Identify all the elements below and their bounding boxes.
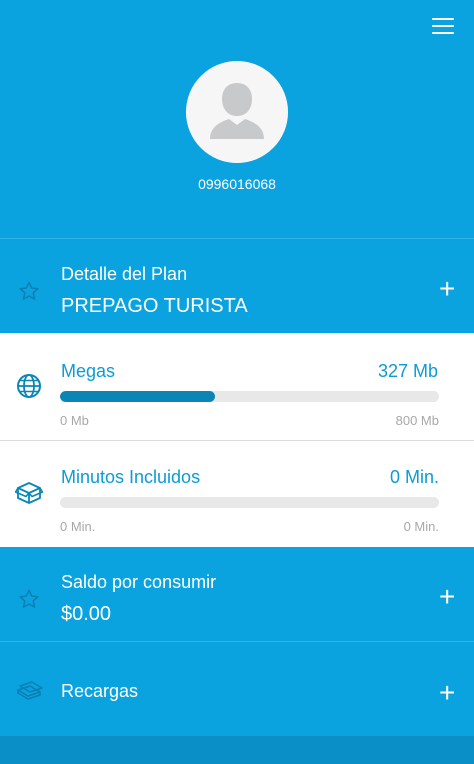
megas-progress-bar [60, 391, 439, 402]
minutes-min-label: 0 Min. [60, 519, 96, 534]
balance-label: Saldo por consumir [61, 572, 217, 592]
star-icon [18, 280, 40, 307]
megas-progress-fill [60, 391, 216, 402]
minutes-max-label: 0 Min. [403, 519, 439, 534]
money-icon [16, 680, 44, 707]
phone-number: 0996016068 [198, 176, 276, 192]
megas-max-label: 800 Mb [395, 413, 439, 428]
megas-min-label: 0 Mb [60, 413, 89, 428]
megas-value: 327 Mb [377, 361, 438, 381]
hamburger-menu-icon[interactable] [430, 16, 458, 38]
star-icon [18, 588, 40, 615]
plan-expand-icon[interactable]: + [439, 275, 455, 303]
plan-name: PREPAGO TURISTA [61, 295, 248, 317]
footer-bar [0, 736, 474, 764]
recharges-expand-icon[interactable]: + [439, 679, 455, 707]
minutes-label: Minutos Incluidos [61, 467, 201, 487]
balance-row[interactable] [0, 547, 474, 641]
plan-detail-row[interactable] [0, 239, 474, 333]
balance-expand-icon[interactable]: + [439, 583, 455, 611]
plan-title: Detalle del Plan [61, 264, 188, 284]
recharges-label: Recargas [61, 681, 139, 701]
megas-label: Megas [61, 361, 116, 381]
globe-icon [16, 373, 42, 404]
balance-value: $0.00 [61, 603, 112, 625]
user-silhouette-icon [186, 61, 288, 163]
avatar[interactable] [186, 61, 288, 163]
minutes-progress-bar [60, 497, 439, 508]
box-icon [14, 480, 44, 511]
minutes-value: 0 Min. [389, 467, 439, 487]
